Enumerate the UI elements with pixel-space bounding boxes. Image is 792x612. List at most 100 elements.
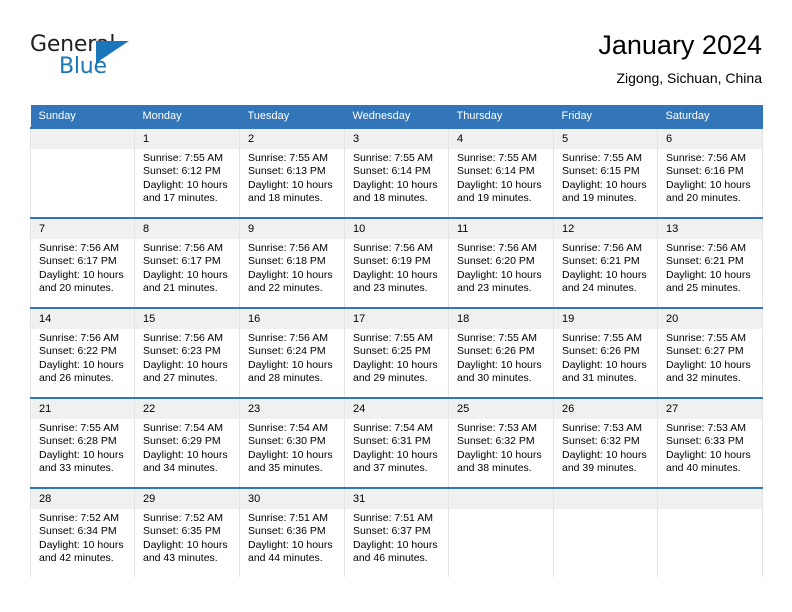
daylight-text-line2: and 38 minutes. xyxy=(457,462,532,475)
day-cell[interactable]: 13 Sunrise: 7:56 AM Sunset: 6:21 PM Dayl… xyxy=(657,217,763,308)
day-cell[interactable]: 20 Sunrise: 7:55 AM Sunset: 6:27 PM Dayl… xyxy=(657,307,763,398)
daylight-text-line2: and 27 minutes. xyxy=(143,372,218,385)
daylight-text-line2: and 35 minutes. xyxy=(248,462,323,475)
sunset-text: Sunset: 6:26 PM xyxy=(562,345,640,358)
day-cell[interactable]: 1 Sunrise: 7:55 AM Sunset: 6:12 PM Dayli… xyxy=(134,127,240,218)
sunset-text: Sunset: 6:24 PM xyxy=(248,345,326,358)
daylight-text-line2: and 26 minutes. xyxy=(39,372,114,385)
daylight-text-line2: and 40 minutes. xyxy=(666,462,741,475)
day-cell[interactable]: 29 Sunrise: 7:52 AM Sunset: 6:35 PM Dayl… xyxy=(134,487,240,577)
sunset-text: Sunset: 6:32 PM xyxy=(562,435,640,448)
day-number: 12 xyxy=(554,219,657,239)
day-cell[interactable]: 17 Sunrise: 7:55 AM Sunset: 6:25 PM Dayl… xyxy=(344,307,449,398)
day-cell[interactable]: 23 Sunrise: 7:54 AM Sunset: 6:30 PM Dayl… xyxy=(239,397,345,488)
sunset-text: Sunset: 6:34 PM xyxy=(39,525,117,538)
day-details: Sunrise: 7:52 AM Sunset: 6:34 PM Dayligh… xyxy=(31,509,134,566)
daylight-text-line2: and 17 minutes. xyxy=(143,192,218,205)
weekday-header-sunday: Sunday xyxy=(30,105,135,128)
day-number: 13 xyxy=(658,219,762,239)
week-row: 7 Sunrise: 7:56 AM Sunset: 6:17 PM Dayli… xyxy=(30,217,763,308)
day-details: Sunrise: 7:53 AM Sunset: 6:32 PM Dayligh… xyxy=(554,419,657,476)
day-details: Sunrise: 7:52 AM Sunset: 6:35 PM Dayligh… xyxy=(135,509,239,566)
day-cell-empty xyxy=(553,487,658,577)
sunset-text: Sunset: 6:21 PM xyxy=(562,255,640,268)
day-cell[interactable]: 2 Sunrise: 7:55 AM Sunset: 6:13 PM Dayli… xyxy=(239,127,345,218)
day-cell[interactable]: 3 Sunrise: 7:55 AM Sunset: 6:14 PM Dayli… xyxy=(344,127,449,218)
day-number: 10 xyxy=(345,219,448,239)
day-cell[interactable]: 31 Sunrise: 7:51 AM Sunset: 6:37 PM Dayl… xyxy=(344,487,449,577)
day-number: 4 xyxy=(449,129,553,149)
day-cell[interactable]: 25 Sunrise: 7:53 AM Sunset: 6:32 PM Dayl… xyxy=(448,397,554,488)
day-cell[interactable]: 11 Sunrise: 7:56 AM Sunset: 6:20 PM Dayl… xyxy=(448,217,554,308)
day-number: 30 xyxy=(240,489,344,509)
day-cell[interactable]: 18 Sunrise: 7:55 AM Sunset: 6:26 PM Dayl… xyxy=(448,307,554,398)
daylight-text-line1: Daylight: 10 hours xyxy=(353,538,438,551)
day-details: Sunrise: 7:55 AM Sunset: 6:28 PM Dayligh… xyxy=(31,419,134,476)
sunrise-text: Sunrise: 7:56 AM xyxy=(248,242,328,254)
daylight-text-line2: and 20 minutes. xyxy=(666,192,741,205)
daylight-text-line2: and 20 minutes. xyxy=(39,282,114,295)
sunset-text: Sunset: 6:14 PM xyxy=(457,165,535,178)
day-number: 28 xyxy=(31,489,134,509)
day-cell[interactable]: 19 Sunrise: 7:55 AM Sunset: 6:26 PM Dayl… xyxy=(553,307,658,398)
day-cell[interactable] xyxy=(30,127,135,218)
day-cell[interactable]: 24 Sunrise: 7:54 AM Sunset: 6:31 PM Dayl… xyxy=(344,397,449,488)
day-cell[interactable]: 14 Sunrise: 7:56 AM Sunset: 6:22 PM Dayl… xyxy=(30,307,135,398)
day-cell[interactable]: 15 Sunrise: 7:56 AM Sunset: 6:23 PM Dayl… xyxy=(134,307,240,398)
day-cell[interactable]: 12 Sunrise: 7:56 AM Sunset: 6:21 PM Dayl… xyxy=(553,217,658,308)
week-row: 28 Sunrise: 7:52 AM Sunset: 6:34 PM Dayl… xyxy=(30,487,763,577)
day-details: Sunrise: 7:55 AM Sunset: 6:13 PM Dayligh… xyxy=(240,149,344,206)
day-cell[interactable]: 5 Sunrise: 7:55 AM Sunset: 6:15 PM Dayli… xyxy=(553,127,658,218)
sunrise-text: Sunrise: 7:52 AM xyxy=(143,512,223,524)
day-cell[interactable]: 7 Sunrise: 7:56 AM Sunset: 6:17 PM Dayli… xyxy=(30,217,135,308)
day-details: Sunrise: 7:56 AM Sunset: 6:16 PM Dayligh… xyxy=(658,149,762,206)
page-title: January 2024 xyxy=(598,30,762,60)
daylight-text-line2: and 22 minutes. xyxy=(248,282,323,295)
daylight-text-line2: and 19 minutes. xyxy=(457,192,532,205)
sunset-text: Sunset: 6:21 PM xyxy=(666,255,744,268)
sunset-text: Sunset: 6:31 PM xyxy=(353,435,431,448)
day-details: Sunrise: 7:56 AM Sunset: 6:22 PM Dayligh… xyxy=(31,329,134,386)
weekday-header-row: Sunday Monday Tuesday Wednesday Thursday… xyxy=(30,105,763,128)
day-details: Sunrise: 7:53 AM Sunset: 6:33 PM Dayligh… xyxy=(658,419,762,476)
sunrise-text: Sunrise: 7:56 AM xyxy=(457,242,537,254)
day-details: Sunrise: 7:55 AM Sunset: 6:26 PM Dayligh… xyxy=(554,329,657,386)
daylight-text-line2: and 39 minutes. xyxy=(562,462,637,475)
daylight-text-line2: and 19 minutes. xyxy=(562,192,637,205)
day-cell[interactable]: 8 Sunrise: 7:56 AM Sunset: 6:17 PM Dayli… xyxy=(134,217,240,308)
day-number: 20 xyxy=(658,309,762,329)
day-number: 29 xyxy=(135,489,239,509)
daylight-text-line1: Daylight: 10 hours xyxy=(143,358,228,371)
day-cell[interactable]: 26 Sunrise: 7:53 AM Sunset: 6:32 PM Dayl… xyxy=(553,397,658,488)
day-details: Sunrise: 7:56 AM Sunset: 6:21 PM Dayligh… xyxy=(554,239,657,296)
day-cell[interactable]: 9 Sunrise: 7:56 AM Sunset: 6:18 PM Dayli… xyxy=(239,217,345,308)
day-cell[interactable]: 21 Sunrise: 7:55 AM Sunset: 6:28 PM Dayl… xyxy=(30,397,135,488)
day-number: 3 xyxy=(345,129,448,149)
sunset-text: Sunset: 6:20 PM xyxy=(457,255,535,268)
week-row: 21 Sunrise: 7:55 AM Sunset: 6:28 PM Dayl… xyxy=(30,397,763,488)
day-details: Sunrise: 7:55 AM Sunset: 6:27 PM Dayligh… xyxy=(658,329,762,386)
day-cell[interactable]: 30 Sunrise: 7:51 AM Sunset: 6:36 PM Dayl… xyxy=(239,487,345,577)
daylight-text-line1: Daylight: 10 hours xyxy=(39,358,124,371)
sunset-text: Sunset: 6:25 PM xyxy=(353,345,431,358)
sunset-text: Sunset: 6:14 PM xyxy=(353,165,431,178)
day-cell[interactable]: 27 Sunrise: 7:53 AM Sunset: 6:33 PM Dayl… xyxy=(657,397,763,488)
day-details: Sunrise: 7:55 AM Sunset: 6:26 PM Dayligh… xyxy=(449,329,553,386)
daylight-text-line1: Daylight: 10 hours xyxy=(248,538,333,551)
day-details xyxy=(31,149,134,152)
sunset-text: Sunset: 6:32 PM xyxy=(457,435,535,448)
day-cell[interactable]: 28 Sunrise: 7:52 AM Sunset: 6:34 PM Dayl… xyxy=(30,487,135,577)
daylight-text-line1: Daylight: 10 hours xyxy=(457,358,542,371)
sunrise-text: Sunrise: 7:55 AM xyxy=(353,332,433,344)
weekday-header-thursday: Thursday xyxy=(448,105,554,128)
day-cell[interactable]: 16 Sunrise: 7:56 AM Sunset: 6:24 PM Dayl… xyxy=(239,307,345,398)
daylight-text-line1: Daylight: 10 hours xyxy=(666,268,751,281)
daylight-text-line1: Daylight: 10 hours xyxy=(143,538,228,551)
day-cell[interactable]: 22 Sunrise: 7:54 AM Sunset: 6:29 PM Dayl… xyxy=(134,397,240,488)
day-cell[interactable]: 10 Sunrise: 7:56 AM Sunset: 6:19 PM Dayl… xyxy=(344,217,449,308)
day-cell[interactable]: 4 Sunrise: 7:55 AM Sunset: 6:14 PM Dayli… xyxy=(448,127,554,218)
general-blue-logo: General Blue xyxy=(30,32,150,88)
day-cell[interactable]: 6 Sunrise: 7:56 AM Sunset: 6:16 PM Dayli… xyxy=(657,127,763,218)
daylight-text-line1: Daylight: 10 hours xyxy=(562,178,647,191)
day-details: Sunrise: 7:55 AM Sunset: 6:12 PM Dayligh… xyxy=(135,149,239,206)
